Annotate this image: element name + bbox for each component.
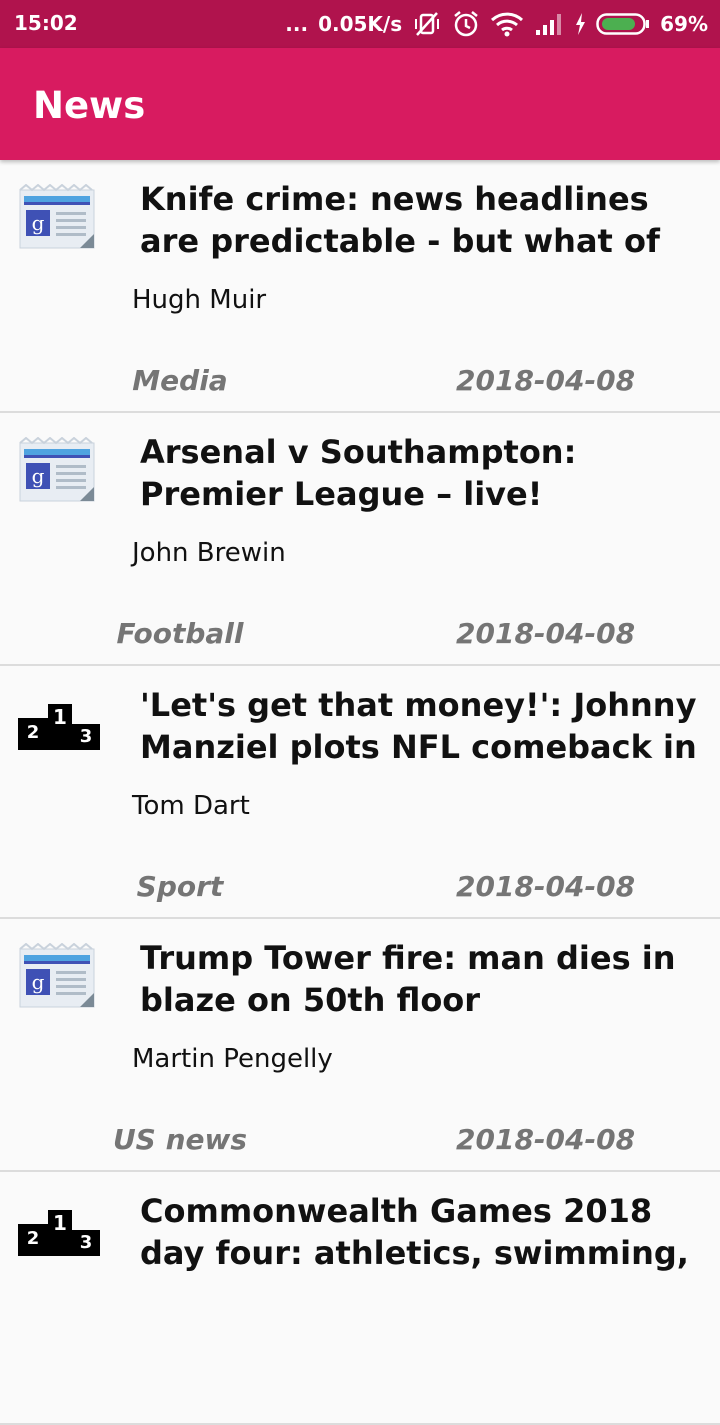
news-author: Martin Pengelly <box>132 1044 333 1074</box>
news-title: Trump Tower fire: man dies in blaze on 5… <box>140 939 676 1019</box>
news-date: 2018-04-08 <box>456 1123 636 1156</box>
svg-text:2: 2 <box>27 1228 40 1249</box>
svg-text:3: 3 <box>80 1232 93 1253</box>
news-title: Commonwealth Games 2018 day four: athlet… <box>140 1192 689 1272</box>
news-date: 2018-04-08 <box>456 617 636 650</box>
news-title: 'Let's get that money!': Johnny Manziel … <box>140 686 697 766</box>
news-author: John Brewin <box>132 538 286 568</box>
google-news-icon: g <box>18 436 100 503</box>
news-section: Media <box>132 364 228 397</box>
battery-icon <box>596 12 650 36</box>
svg-text:g: g <box>32 464 45 488</box>
news-item[interactable]: g Arsenal v Southampton: Premier League … <box>0 413 720 666</box>
more-dots: ... <box>285 12 309 36</box>
google-news-icon: g <box>18 183 100 250</box>
battery-percent: 69% <box>660 12 708 36</box>
vibrate-off-icon <box>412 11 442 37</box>
status-bar: 15:02 ... 0.05K/s 69% <box>0 0 720 48</box>
svg-text:3: 3 <box>80 726 93 747</box>
podium-icon: 1 2 3 <box>18 690 100 756</box>
news-section: Sport <box>136 870 224 903</box>
news-item[interactable]: 1 2 3 Commonwealth Games 2018 day four: … <box>0 1172 720 1425</box>
news-date: 2018-04-08 <box>456 870 636 903</box>
podium-icon: 1 2 3 <box>18 1196 100 1262</box>
svg-text:1: 1 <box>53 705 67 729</box>
status-time: 15:02 <box>14 11 78 35</box>
news-item[interactable]: 1 2 3 'Let's get that money!': Johnny Ma… <box>0 666 720 919</box>
news-section: US news <box>112 1123 248 1156</box>
status-icons: ... 0.05K/s 69% <box>285 0 708 48</box>
svg-text:g: g <box>32 970 45 994</box>
svg-text:g: g <box>32 211 45 235</box>
network-speed: 0.05K/s <box>318 12 403 36</box>
signal-icon <box>534 12 564 36</box>
news-item[interactable]: g Trump Tower fire: man dies in blaze on… <box>0 919 720 1172</box>
svg-text:1: 1 <box>53 1211 67 1235</box>
news-author: Hugh Muir <box>132 285 267 315</box>
charging-icon <box>574 12 586 36</box>
app-bar: News <box>0 48 720 160</box>
page-title: News <box>33 84 146 127</box>
news-date: 2018-04-08 <box>456 364 636 397</box>
news-section: Football <box>116 617 244 650</box>
news-list: g Knife crime: news headlines are predic… <box>0 160 720 1425</box>
news-item[interactable]: g Knife crime: news headlines are predic… <box>0 160 720 413</box>
google-news-icon: g <box>18 942 100 1009</box>
news-author: Tom Dart <box>132 791 250 821</box>
svg-text:2: 2 <box>27 722 40 743</box>
news-title: Arsenal v Southampton: Premier League – … <box>140 433 577 513</box>
news-title: Knife crime: news headlines are predicta… <box>140 180 660 260</box>
wifi-icon <box>490 11 524 37</box>
alarm-icon <box>452 10 480 38</box>
